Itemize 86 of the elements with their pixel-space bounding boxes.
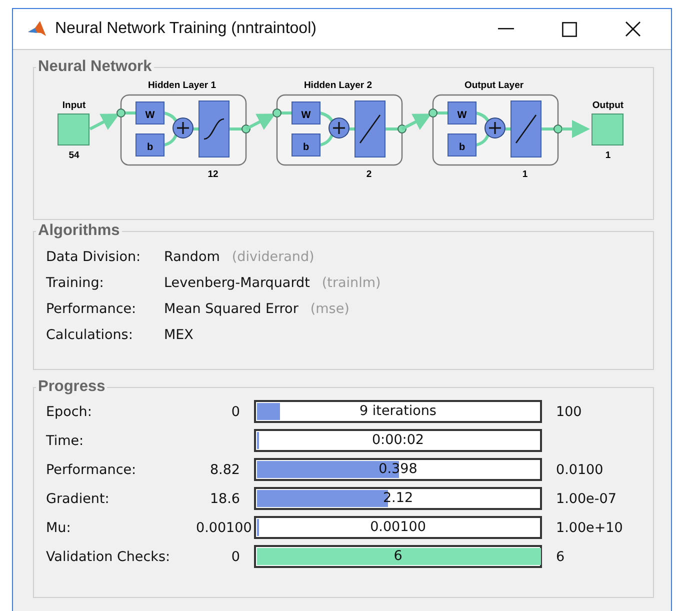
algorithm-label: Calculations: (46, 326, 134, 345)
close-icon[interactable] (625, 21, 641, 37)
algorithm-label: Performance: (46, 300, 138, 319)
bias-label: b (458, 142, 466, 153)
bias-block (448, 134, 476, 156)
layer-size: 2 (366, 169, 372, 180)
progress-value: 6 (392, 547, 404, 566)
weight-block (136, 102, 164, 124)
layer-size: 12 (208, 169, 218, 180)
connector-arrow (89, 114, 120, 130)
node-dot-icon (272, 108, 282, 118)
input-size: 54 (68, 150, 80, 161)
bias-label: b (146, 142, 154, 153)
layer-title: Output Layer (464, 80, 524, 91)
progress-label: Time: (46, 432, 85, 448)
plus-icon (328, 118, 350, 138)
progress-label: Validation Checks: (46, 548, 172, 564)
progress-label: Mu: (46, 520, 72, 536)
connector-line (320, 134, 334, 146)
algorithm-value: Random (164, 248, 220, 267)
peak-logo-icon (27, 20, 47, 38)
weight-block (448, 102, 476, 124)
algorithm-value: Mean Squared Error (164, 300, 298, 319)
progress-label: Epoch: (46, 404, 93, 420)
plus-icon (484, 118, 506, 138)
maximize-icon[interactable] (562, 22, 577, 36)
algorithm-value: MEX (164, 326, 194, 345)
sigmoid-curve-icon (198, 100, 230, 158)
layer-title: Hidden Layer 2 (304, 80, 372, 91)
connector-arrow (562, 120, 590, 138)
function-name: (mse) (310, 300, 350, 319)
algorithm-label: Data Division: (46, 248, 142, 267)
function-name: (trainlm) (322, 274, 381, 293)
progress-value: 0:00:02 (370, 431, 426, 450)
progress-value: 9 iterations (358, 402, 438, 421)
weight-label: W (145, 110, 155, 121)
weight-label: W (457, 110, 467, 121)
connector-line (476, 112, 490, 122)
end-value: 6 (555, 548, 566, 564)
weight-block (292, 102, 320, 124)
connector-line (320, 112, 334, 122)
connector-arrow (401, 114, 432, 130)
node-dot-icon (554, 124, 562, 134)
connector-line (164, 112, 178, 122)
panel-title: Algorithms (37, 222, 121, 240)
input-label: Input (62, 100, 86, 111)
start-value: 0 (230, 548, 241, 564)
start-value: 0.00100 (196, 520, 253, 536)
weight-label: W (301, 110, 311, 121)
progress-label: Performance: (46, 462, 138, 478)
bias-block (136, 134, 164, 156)
start-value: 8.82 (208, 462, 241, 478)
end-value: 0.0100 (555, 462, 604, 478)
connector-line (476, 134, 490, 146)
connector-arrow (245, 114, 276, 130)
function-name: (dividerand) (232, 248, 314, 267)
progress-value: 0.00100 (369, 518, 427, 537)
window-title: Neural Network Training (nntraintool) (55, 20, 316, 38)
start-value: 0 (230, 404, 241, 420)
linear-ramp-icon (510, 100, 542, 158)
output-label: Output (592, 100, 624, 111)
bias-block (292, 134, 320, 156)
layer-title: Hidden Layer 1 (148, 80, 216, 91)
connector-line (164, 134, 178, 146)
node-dot-icon (116, 108, 126, 118)
connector-line (541, 128, 556, 130)
output-node (592, 114, 624, 146)
node-dot-icon (428, 108, 438, 118)
connector-line (385, 128, 400, 130)
input-node (58, 114, 90, 146)
end-value: 1.00e-07 (555, 490, 618, 506)
layer-size: 1 (522, 169, 528, 180)
panel-title: Progress (37, 378, 106, 396)
bias-label: b (302, 142, 310, 153)
output-size: 1 (605, 150, 611, 161)
end-value: 100 (555, 404, 583, 420)
plus-icon (172, 118, 194, 138)
progress-label: Gradient: (46, 490, 110, 506)
linear-ramp-icon (354, 100, 386, 158)
panel-title: Neural Network (37, 58, 153, 76)
minimize-icon[interactable] (498, 28, 514, 30)
end-value: 1.00e+10 (555, 520, 624, 536)
algorithm-label: Training: (46, 274, 105, 293)
connector-line (229, 128, 244, 130)
start-value: 18.6 (208, 490, 241, 506)
algorithm-value: Levenberg-Marquardt (164, 274, 310, 293)
